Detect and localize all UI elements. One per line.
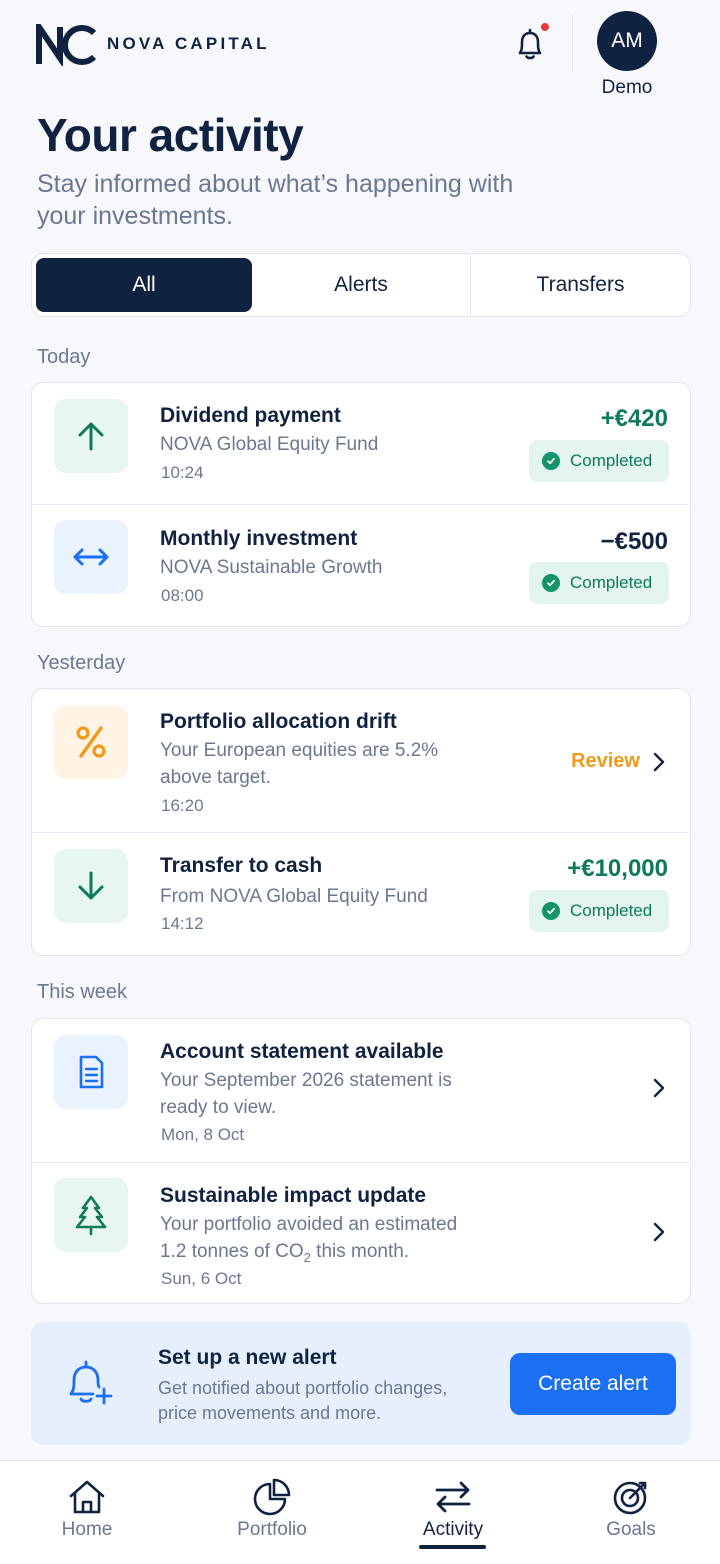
pie-chart-icon (253, 1478, 291, 1516)
home-icon (69, 1480, 105, 1514)
item-title: Sustainable impact update (160, 1184, 427, 1207)
subtitle-line: 1.2 tonnes of CO (160, 1241, 304, 1262)
nav-label: Home (61, 1519, 113, 1540)
nav-item-portfolio[interactable]: Portfolio (202, 1461, 342, 1564)
item-title: Portfolio allocation drift (160, 710, 397, 733)
item-subtitle: Your portfolio avoided an estimated 1.2 … (160, 1211, 520, 1271)
item-time: 16:20 (161, 796, 204, 815)
check-icon (542, 452, 560, 470)
tab-transfers[interactable]: Transfers (471, 258, 690, 312)
subtitle-line: Your portfolio avoided an estimated (160, 1214, 458, 1235)
icon-tile (54, 705, 128, 779)
tab-label: Alerts (334, 273, 388, 296)
create-alert-button[interactable]: Create alert (510, 1353, 676, 1415)
icon-tile (54, 399, 128, 473)
item-subtitle: Your September 2026 statement is ready t… (160, 1070, 452, 1118)
review-link[interactable]: Review (571, 750, 640, 773)
tab-all[interactable]: All (36, 258, 252, 312)
item-time: 08:00 (161, 586, 204, 605)
app-header: NOVA CAPITAL AM Demo (0, 0, 720, 104)
activity-card-yesterday: Portfolio allocation drift Your European… (31, 688, 691, 956)
page-title: Your activity (37, 109, 304, 161)
arrow-down-icon (78, 871, 104, 900)
tab-label: All (132, 273, 156, 296)
subscript: 2 (303, 1249, 311, 1265)
status-badge: Completed (529, 440, 669, 482)
section-label-yesterday: Yesterday (37, 652, 126, 674)
nav-item-goals[interactable]: Goals (561, 1461, 701, 1564)
nav-item-home[interactable]: Home (17, 1461, 157, 1564)
brand-name: NOVA CAPITAL (107, 34, 270, 53)
header-divider (572, 14, 573, 72)
item-title: Dividend payment (160, 404, 341, 427)
chevron-right-icon (653, 1222, 665, 1242)
bottom-nav: Home Portfolio Activity Goals (0, 1460, 720, 1564)
item-subtitle: NOVA Global Equity Fund (160, 434, 379, 455)
tab-label: Transfers (536, 273, 625, 296)
item-title: Monthly investment (160, 527, 358, 550)
section-label-this-week: This week (37, 981, 128, 1003)
promo-title: Set up a new alert (158, 1346, 337, 1369)
status-label: Completed (570, 901, 653, 920)
bell-plus-icon (69, 1360, 113, 1405)
item-time: 14:12 (161, 914, 204, 933)
status-badge: Completed (529, 890, 669, 932)
target-icon (613, 1481, 647, 1515)
icon-tile (54, 1178, 128, 1252)
check-icon (542, 574, 560, 592)
status-badge: Completed (529, 562, 669, 604)
chevron-right-icon (653, 752, 665, 772)
activity-item-monthly-investment[interactable]: Monthly investment NOVA Sustainable Grow… (32, 505, 690, 626)
section-label-today: Today (37, 346, 91, 368)
status-label: Completed (570, 573, 653, 592)
activity-item-dividend[interactable]: Dividend payment NOVA Global Equity Fund… (32, 383, 690, 504)
active-tab-indicator (419, 1545, 486, 1549)
item-time: Mon, 8 Oct (161, 1125, 245, 1144)
document-icon (79, 1055, 104, 1089)
new-alert-promo: Set up a new alert Get notified about po… (31, 1322, 691, 1445)
item-amount: +€10,000 (567, 855, 668, 882)
button-label: Create alert (538, 1372, 648, 1395)
item-subtitle: From NOVA Global Equity Fund (160, 886, 428, 907)
percent-icon (76, 726, 106, 758)
icon-tile (54, 520, 128, 594)
activity-item-transfer-to-cash[interactable]: Transfer to cash From NOVA Global Equity… (32, 833, 690, 955)
icon-tile (54, 849, 128, 923)
subtitle-line: this month. (310, 1241, 410, 1262)
activity-item-sustainable-impact[interactable]: Sustainable impact update Your portfolio… (32, 1163, 690, 1303)
icon-tile (54, 1035, 128, 1109)
check-icon (542, 902, 560, 920)
nova-capital-logo (36, 24, 97, 66)
tab-alerts[interactable]: Alerts (252, 258, 470, 312)
nav-label: Goals (606, 1519, 656, 1540)
page-subtitle: Stay informed about what’s happening wit… (37, 170, 514, 230)
promo-text: Get notified about portfolio changes, pr… (158, 1378, 448, 1423)
item-amount: −€500 (600, 528, 668, 555)
activity-filter-tabs: All Alerts Transfers (31, 253, 691, 317)
status-label: Completed (570, 451, 653, 470)
nav-label: Portfolio (237, 1519, 307, 1540)
activity-item-account-statement[interactable]: Account statement available Your Septemb… (32, 1019, 690, 1162)
item-time: 10:24 (161, 463, 204, 482)
avatar[interactable]: AM (597, 11, 657, 71)
item-time: Sun, 6 Oct (161, 1269, 242, 1288)
item-subtitle: Your European equities are 5.2% above ta… (160, 740, 439, 788)
item-title: Transfer to cash (160, 854, 323, 877)
transfer-arrows-icon (435, 1481, 471, 1513)
nav-label: Activity (422, 1519, 484, 1540)
notification-dot (539, 21, 551, 33)
activity-item-allocation-drift[interactable]: Portfolio allocation drift Your European… (32, 689, 690, 832)
avatar-initials: AM (611, 29, 643, 52)
item-amount: +€420 (600, 405, 668, 432)
chevron-right-icon (653, 1078, 665, 1098)
account-label: Demo (601, 77, 653, 98)
activity-card-this-week: Account statement available Your Septemb… (31, 1018, 691, 1304)
arrow-up-icon (78, 422, 104, 451)
item-title: Account statement available (160, 1040, 444, 1063)
activity-card-today: Dividend payment NOVA Global Equity Fund… (31, 382, 691, 627)
arrows-left-right-icon (73, 548, 109, 566)
tree-icon (75, 1195, 107, 1236)
item-subtitle: NOVA Sustainable Growth (160, 557, 383, 578)
